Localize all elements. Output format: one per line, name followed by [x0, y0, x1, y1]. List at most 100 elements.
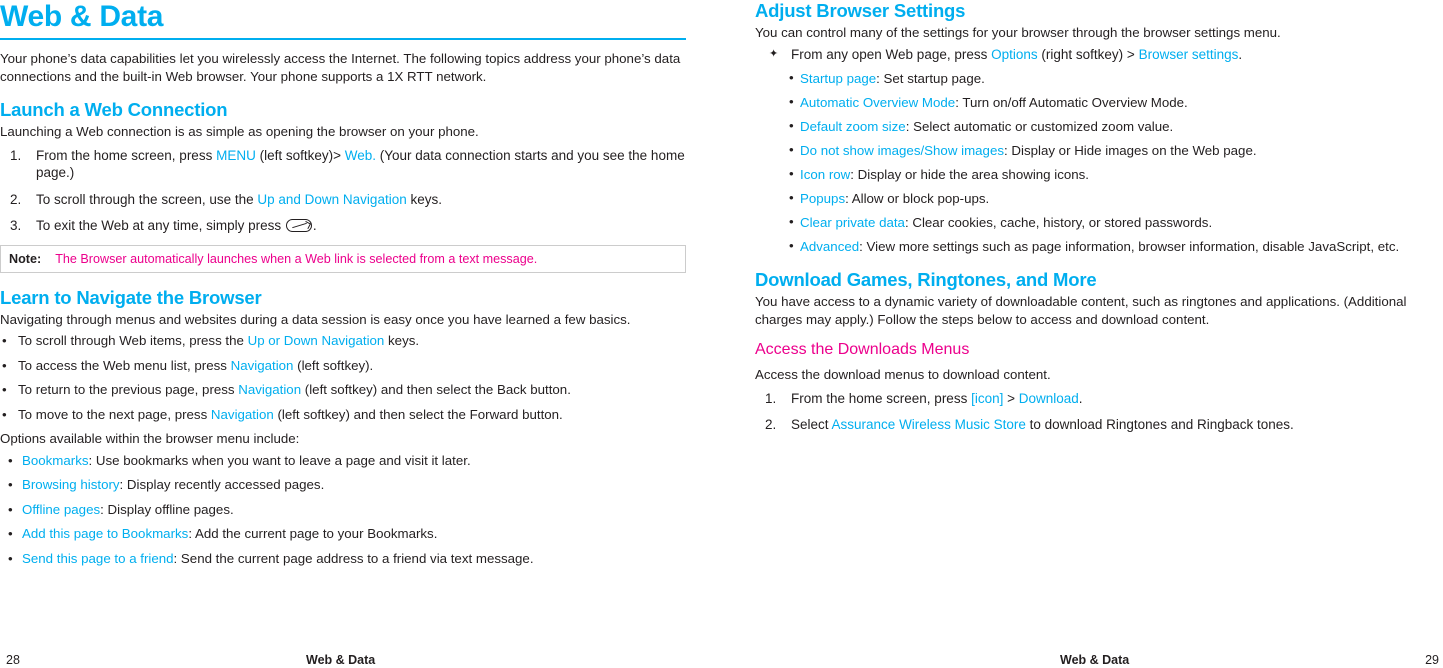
- bullet-dot: •: [8, 501, 13, 517]
- step-link-icon: [icon]: [971, 390, 1004, 406]
- bullet-text-pre: To move to the next page, press: [18, 406, 211, 422]
- step-text-pre: To scroll through the screen, use the: [36, 191, 258, 207]
- bullet-dot: •: [2, 382, 7, 397]
- diamond-text-post: .: [1238, 46, 1243, 62]
- note-label: Note:: [9, 251, 42, 266]
- note-text: The Browser automatically launches when …: [55, 251, 538, 266]
- access-downloads-intro: Access the download menus to download co…: [755, 367, 1051, 382]
- step-link-web: Web.: [344, 147, 376, 163]
- option-text: : Add the current page to your Bookmarks…: [188, 526, 438, 541]
- list-item: 1. From the home screen, press MENU (left…: [0, 147, 690, 182]
- bullet-dot: •: [789, 69, 794, 85]
- setting-link-icon-row: Icon row: [800, 166, 851, 182]
- list-item: • Send this page to a friend: Send the cu…: [0, 550, 690, 568]
- option-text: : Use bookmarks when you want to leave a…: [88, 452, 471, 468]
- right-page-column: Adjust Browser Settings You can control …: [755, 0, 1443, 668]
- section-heading-download-games: Download Games, Ringtones, and More: [755, 269, 1097, 290]
- setting-text: : Turn on/off Automatic Overview Mode.: [955, 94, 1188, 110]
- bullet-dot: •: [8, 526, 13, 541]
- download-games-intro: You have access to a dynamic variety of …: [755, 294, 1407, 327]
- bullet-dot: •: [789, 141, 794, 157]
- list-item: • Offline pages: Display offline pages.: [0, 501, 690, 519]
- list-item: 1. From the home screen, press [icon] > D…: [755, 390, 1443, 408]
- footer-title-right: Web & Data: [1060, 653, 1130, 667]
- list-item: • Browsing history: Display recently acce…: [0, 476, 690, 494]
- access-downloads-steps: 1. From the home screen, press [icon] > D…: [755, 390, 1443, 434]
- step-number: 2.: [765, 417, 777, 432]
- step-text-mid: >: [1003, 390, 1019, 406]
- subsection-heading-access-downloads-menus: Access the Downloads Menus: [755, 341, 970, 358]
- bullet-dot: •: [2, 333, 7, 348]
- browser-options-list: • Bookmarks: Use bookmarks when you want …: [0, 452, 690, 568]
- setting-link-popups: Popups: [800, 190, 846, 206]
- diamond-link-options: Options: [991, 46, 1038, 62]
- step-link-menu: MENU: [216, 147, 256, 163]
- step-link-navigation: Up and Down Navigation: [257, 191, 407, 207]
- note-box: Note: The Browser automatically launches…: [0, 244, 686, 273]
- list-item: 3. To exit the Web at any time, simply pr…: [0, 217, 690, 235]
- option-link-bookmarks: Bookmarks: [22, 452, 89, 468]
- option-link-browsing-history: Browsing history: [22, 477, 120, 492]
- option-text: : Send the current page address to a fri…: [173, 550, 534, 566]
- diamond-bullet-icon: ✦: [769, 47, 779, 60]
- list-item: • To return to the previous page, press N…: [0, 381, 690, 399]
- manual-page-spread: Web & Data Your phone’s data capabilitie…: [0, 0, 1443, 668]
- page-title: Web & Data: [0, 0, 164, 33]
- browser-settings-sublist: • Startup page: Set startup page. • Automa…: [755, 70, 1443, 256]
- bullet-text-post: (left softkey).: [293, 357, 374, 373]
- option-link-offline-pages: Offline pages: [22, 501, 101, 517]
- bullet-dot: •: [789, 117, 794, 133]
- list-item: • Do not show images/Show images: Display…: [755, 142, 1443, 160]
- bullet-text-post: keys.: [384, 333, 420, 348]
- setting-text: : Select automatic or customized zoom va…: [905, 118, 1174, 134]
- end-call-key-icon: [285, 219, 312, 232]
- list-item: • Startup page: Set startup page.: [755, 70, 1443, 88]
- bullet-text-post: (left softkey) and then select the Back …: [301, 382, 571, 397]
- setting-text: : Allow or block pop-ups.: [845, 190, 990, 206]
- step-link-music-store: Assurance Wireless Music Store: [831, 417, 1026, 432]
- setting-link-advanced: Advanced: [800, 238, 860, 254]
- bullet-dot: •: [2, 357, 7, 373]
- setting-text: : Display or Hide images on the Web page…: [1004, 142, 1257, 158]
- list-item: • Automatic Overview Mode: Turn on/off Au…: [755, 94, 1443, 112]
- list-item: • Popups: Allow or block pop-ups.: [755, 190, 1443, 208]
- setting-text: : View more settings such as page inform…: [859, 238, 1400, 254]
- launch-web-intro: Launching a Web connection is as simple …: [0, 124, 479, 139]
- bullet-text-pre: To scroll through Web items, press the: [18, 333, 248, 348]
- step-number: 3.: [10, 218, 22, 233]
- adjust-browser-intro: You can control many of the settings for…: [755, 25, 1281, 40]
- bullet-text-post: (left softkey) and then select the Forwa…: [273, 406, 563, 422]
- list-item: • To move to the next page, press Navigat…: [0, 406, 690, 424]
- bullet-link: Up or Down Navigation: [247, 333, 385, 348]
- option-text: : Display recently accessed pages.: [119, 477, 325, 492]
- navigate-bullet-list: • To scroll through Web items, press the …: [0, 332, 690, 423]
- setting-text: : Set startup page.: [876, 70, 985, 86]
- diamond-text-mid: (right softkey) >: [1037, 46, 1139, 62]
- browser-options-intro: Options available within the browser men…: [0, 431, 300, 446]
- bullet-dot: •: [8, 477, 13, 492]
- bullet-text-pre: To return to the previous page, press: [18, 382, 239, 397]
- bullet-dot: •: [789, 93, 794, 109]
- setting-text: : Display or hide the area showing icons…: [850, 166, 1089, 182]
- bullet-dot: •: [8, 550, 13, 566]
- bullet-link: Navigation: [238, 382, 302, 397]
- list-item: • Icon row: Display or hide the area show…: [755, 166, 1443, 184]
- footer-page-number-right: 29: [1425, 653, 1439, 667]
- bullet-dot: •: [789, 213, 794, 229]
- bullet-dot: •: [789, 189, 794, 205]
- bullet-link: Navigation: [210, 406, 274, 422]
- list-item: • Default zoom size: Select automatic or …: [755, 118, 1443, 136]
- bullet-link: Navigation: [230, 357, 294, 373]
- step-text-post: .: [312, 218, 317, 233]
- left-page-column: Web & Data Your phone’s data capabilitie…: [0, 0, 690, 668]
- list-item: • To scroll through Web items, press the …: [0, 332, 690, 350]
- list-item: • Bookmarks: Use bookmarks when you want …: [0, 452, 690, 470]
- list-item: • Clear private data: Clear cookies, cach…: [755, 214, 1443, 232]
- diamond-text-pre: From any open Web page, press: [791, 46, 992, 62]
- step-text-post: keys.: [406, 191, 442, 207]
- setting-link-show-images: Do not show images/Show images: [800, 142, 1004, 158]
- list-item: • Advanced: View more settings such as pa…: [755, 238, 1443, 256]
- bullet-dot: •: [789, 237, 794, 253]
- bullet-dot: •: [789, 165, 794, 181]
- section-heading-adjust-browser-settings: Adjust Browser Settings: [755, 0, 966, 21]
